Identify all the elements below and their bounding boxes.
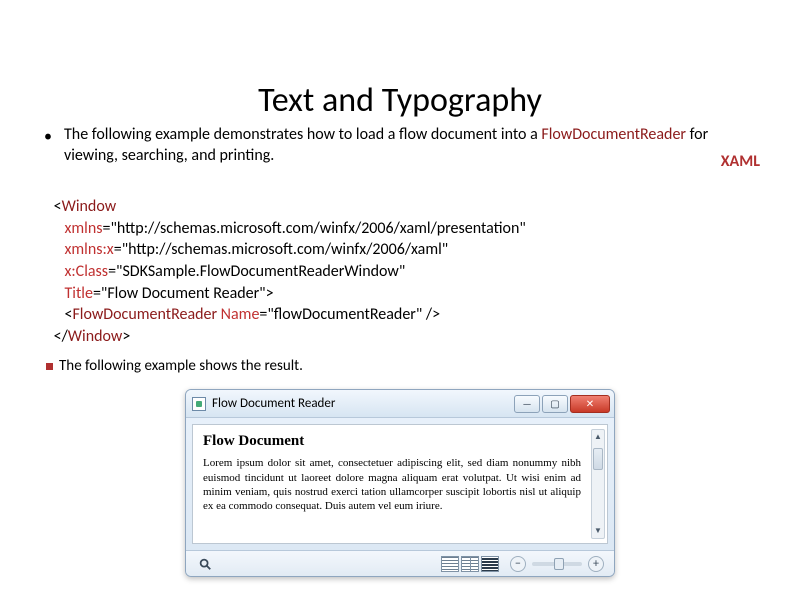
code-block: <Window xmlns="http://schemas.microsoft.… bbox=[50, 175, 760, 348]
scroll-down-icon[interactable]: ▼ bbox=[592, 524, 604, 538]
view-mode-twopage-button[interactable] bbox=[461, 556, 479, 572]
code-token: Title bbox=[64, 284, 92, 303]
bullet-1: • The following example demonstrates how… bbox=[44, 125, 760, 167]
vertical-scrollbar[interactable]: ▲ ▼ bbox=[591, 429, 605, 539]
result-text: The following example shows the result. bbox=[59, 357, 303, 375]
scroll-up-icon[interactable]: ▲ bbox=[592, 430, 604, 444]
zoom-slider-thumb[interactable] bbox=[554, 558, 564, 570]
code-token: FlowDocumentReader bbox=[72, 305, 217, 324]
code-token: </ bbox=[54, 327, 68, 346]
code-token: Window bbox=[68, 327, 123, 346]
result-caption: The following example shows the result. bbox=[46, 357, 760, 375]
square-bullet-icon bbox=[46, 363, 53, 370]
code-token: ="SDKSample.FlowDocumentReaderWindow" bbox=[108, 262, 405, 281]
zoom-slider[interactable] bbox=[532, 562, 582, 566]
app-icon bbox=[192, 397, 206, 411]
view-mode-page-button[interactable] bbox=[441, 556, 459, 572]
code-token: > bbox=[122, 327, 130, 346]
window-client-area: Flow Document Lorem ipsum dolor sit amet… bbox=[192, 424, 608, 544]
window-titlebar: Flow Document Reader — ▢ ✕ bbox=[186, 390, 614, 418]
code-token: ="http://schemas.microsoft.com/winfx/200… bbox=[114, 240, 448, 259]
code-token: ="flowDocumentReader" /> bbox=[259, 305, 440, 324]
code-token: ="Flow Document Reader"> bbox=[93, 284, 274, 303]
reader-toolbar: − + bbox=[186, 550, 614, 576]
search-icon[interactable] bbox=[196, 555, 214, 573]
xaml-language-label: XAML bbox=[721, 152, 760, 171]
bullet-dot-icon: • bbox=[44, 125, 64, 148]
zoom-out-button[interactable]: − bbox=[510, 556, 526, 572]
scroll-thumb[interactable] bbox=[593, 448, 603, 470]
code-token: xmlns:x bbox=[64, 240, 113, 259]
document-body: Lorem ipsum dolor sit amet, consectetuer… bbox=[203, 456, 597, 513]
slide-title: Text and Typography bbox=[40, 80, 760, 121]
minimize-button[interactable]: — bbox=[514, 395, 540, 413]
bullet-1-pre: The following example demonstrates how t… bbox=[64, 125, 541, 144]
scroll-track[interactable] bbox=[592, 444, 604, 524]
bullet-1-keyword: FlowDocumentReader bbox=[541, 125, 686, 144]
maximize-button[interactable]: ▢ bbox=[542, 395, 568, 413]
view-mode-scroll-button[interactable] bbox=[481, 556, 499, 572]
result-window: Flow Document Reader — ▢ ✕ Flow Document… bbox=[185, 389, 615, 577]
zoom-in-button[interactable]: + bbox=[588, 556, 604, 572]
close-button[interactable]: ✕ bbox=[570, 395, 610, 413]
code-token: x:Class bbox=[64, 262, 108, 281]
window-title: Flow Document Reader bbox=[212, 396, 514, 411]
document-heading: Flow Document bbox=[203, 433, 597, 450]
code-token: Name bbox=[217, 305, 259, 324]
code-token: ="http://schemas.microsoft.com/winfx/200… bbox=[103, 219, 526, 238]
code-token: xmlns bbox=[64, 219, 102, 238]
code-token: < bbox=[54, 197, 62, 216]
code-token: Window bbox=[62, 197, 117, 216]
